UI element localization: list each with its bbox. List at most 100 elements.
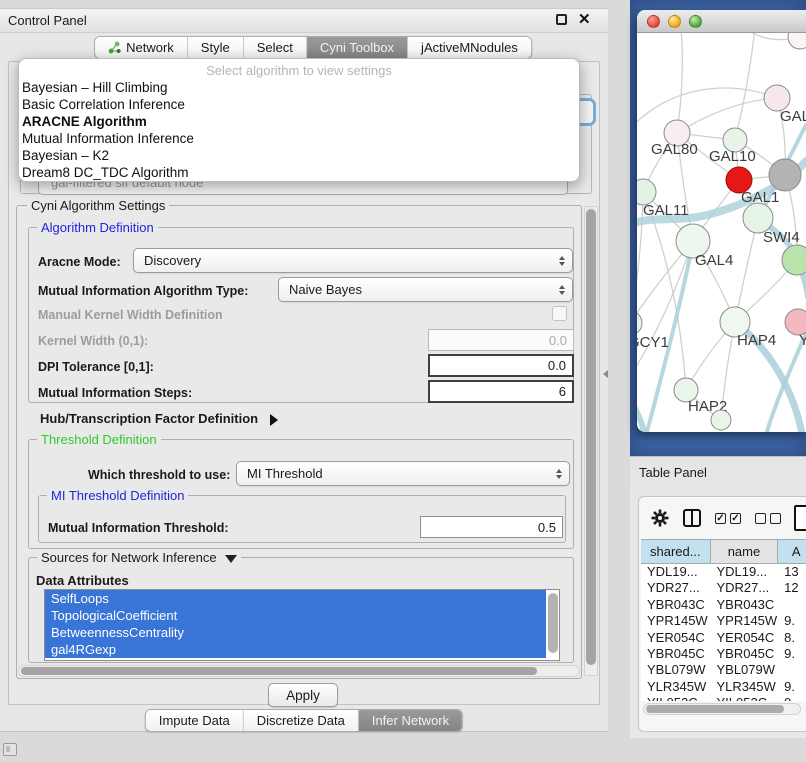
network-node[interactable] [788,33,806,49]
manual-kernel-width-label: Manual Kernel Width Definition [38,308,223,322]
which-threshold-value: MI Threshold [247,466,323,481]
float-window-icon[interactable] [556,14,567,25]
apply-button-label: Apply [286,688,320,703]
algorithm-option[interactable]: Dream8 DC_TDC Algorithm [19,164,579,181]
combo-arrows-icon [556,469,562,479]
table-row[interactable]: YER054CYER054C8. [641,630,806,646]
network-node-gcy1[interactable] [637,311,642,335]
network-edge[interactable] [677,98,777,133]
mi-steps-label: Mutual Information Steps: [38,386,192,400]
algorithm-definition-title: Algorithm Definition [37,220,158,235]
settings-horizontal-scrollbar-thumb[interactable] [21,667,537,675]
unchecked-boxes-icon[interactable] [755,513,781,524]
network-edge[interactable] [677,33,682,133]
apply-button[interactable]: Apply [268,683,338,707]
tab-impute-data[interactable]: Impute Data [146,710,244,731]
mi-threshold-field[interactable]: 0.5 [420,516,563,538]
network-edge[interactable] [735,33,755,140]
table-header-row: shared...nameA [641,540,806,564]
tab-style[interactable]: Style [188,37,244,58]
table-row[interactable]: YBR043CYBR043C [641,597,806,613]
column-header[interactable]: A [778,540,806,563]
network-window: GALGAL80GAL10GAL1GAL11SWI4GAL4GCY1HAP4YH… [637,10,806,432]
node-label: GAL11 [643,202,689,219]
zoom-window-icon[interactable] [689,15,702,28]
network-edge[interactable] [735,218,758,322]
dpi-tolerance-field[interactable]: 0.0 [428,354,574,377]
network-edge[interactable] [637,88,777,128]
network-node[interactable] [711,410,731,430]
panel-grid-icon[interactable] [3,743,17,756]
tab-jactivemnodules[interactable]: jActiveMNodules [408,37,531,58]
sources-toggle[interactable]: Sources for Network Inference [37,550,241,565]
algorithm-dropdown-list: Select algorithm to view settings Bayesi… [18,58,580,182]
settings-vertical-scrollbar[interactable] [584,206,598,676]
settings-horizontal-scrollbar[interactable] [18,665,580,677]
table-horizontal-scrollbar-thumb[interactable] [646,705,784,713]
network-node[interactable] [782,245,806,275]
algorithm-option[interactable]: Bayesian – K2 [19,147,579,164]
table-row[interactable]: YBR045CYBR045C9. [641,646,806,662]
node-table[interactable]: shared...nameA YDL19...YDL19...13YDR27..… [641,539,806,701]
tab-infer-network[interactable]: Infer Network [359,710,462,731]
algorithm-option[interactable]: Basic Correlation Inference [19,96,579,113]
attribute-item[interactable]: BetweennessCentrality [45,624,546,641]
table-row[interactable]: YLR345WYLR345W9. [641,679,806,695]
minimize-window-icon[interactable] [668,15,681,28]
table-rows: YDL19...YDL19...13YDR27...YDR27...12YBR0… [641,564,806,701]
table-horizontal-scrollbar[interactable] [643,703,801,715]
network-canvas[interactable]: GALGAL80GAL10GAL1GAL11SWI4GAL4GCY1HAP4YH… [637,33,806,432]
list-scrollbar[interactable] [548,593,558,653]
tab-network[interactable]: Network [95,37,188,58]
control-panel-window: Control Panel ✕ NetworkStyleSelectCyni T… [0,8,608,732]
columns-icon[interactable] [683,509,701,527]
combo-arrows-icon [559,285,565,295]
attribute-item[interactable]: TopologicalCoefficient [45,607,546,624]
algorithm-option[interactable]: Mutual Information Inference [19,130,579,147]
network-window-titlebar[interactable] [637,10,806,33]
settings-vertical-scrollbar-thumb[interactable] [586,209,596,665]
network-node[interactable] [769,159,801,191]
mi-threshold-definition-title: MI Threshold Definition [47,488,188,503]
column-header[interactable]: shared... [641,540,711,563]
node-label: GAL80 [651,141,698,158]
aracne-mode-combo[interactable]: Discovery [133,248,573,273]
tab-discretize-data[interactable]: Discretize Data [244,710,359,731]
table-panel-title: Table Panel [639,465,707,480]
tab-cyni-toolbox[interactable]: Cyni Toolbox [307,37,408,58]
close-icon[interactable]: ✕ [578,10,591,28]
table-row[interactable]: YDL19...YDL19...13 [641,564,806,580]
node-label: GCY1 [637,334,669,351]
control-panel-titlebar: Control Panel [0,9,608,33]
file-icon[interactable] [794,505,806,531]
table-row[interactable]: YIL052CYIL052C9 [641,695,806,701]
attribute-item[interactable]: SelfLoops [45,590,546,607]
kernel-width-value: 0.0 [549,333,567,348]
column-header[interactable]: name [711,540,779,563]
kernel-width-field[interactable]: 0.0 [428,329,574,351]
node-label: SWI4 [763,229,800,246]
mi-steps-field[interactable]: 6 [428,380,574,403]
attribute-item[interactable]: gal4RGexp [45,641,546,658]
network-icon [108,41,121,54]
mi-steps-value: 6 [559,384,566,399]
gear-icon[interactable] [651,509,669,527]
node-label: GAL [780,108,806,125]
threshold-definition-title: Threshold Definition [37,432,161,447]
tab-select[interactable]: Select [244,37,307,58]
manual-kernel-width-checkbox[interactable] [552,306,567,321]
which-threshold-combo[interactable]: MI Threshold [236,461,570,486]
table-row[interactable]: YDR27...YDR27...12 [641,580,806,596]
data-attributes-list[interactable]: SelfLoopsTopologicalCoefficientBetweenne… [44,589,560,661]
table-row[interactable]: YBL079WYBL079W [641,662,806,678]
close-window-icon[interactable] [647,15,660,28]
checked-boxes-icon[interactable]: ✓ ✓ [715,513,741,524]
node-label: HAP4 [737,332,776,349]
hub-section-toggle[interactable]: Hub/Transcription Factor Definition [40,411,278,426]
table-row[interactable]: YPR145WYPR145W9. [641,613,806,629]
algorithm-option[interactable]: Bayesian – Hill Climbing [19,79,579,96]
algorithm-option[interactable]: ARACNE Algorithm [19,113,579,130]
panel-splitter-arrow[interactable] [603,370,608,378]
mi-algorithm-type-combo[interactable]: Naive Bayes [278,277,573,302]
network-edge-highlighted[interactable] [637,395,644,432]
